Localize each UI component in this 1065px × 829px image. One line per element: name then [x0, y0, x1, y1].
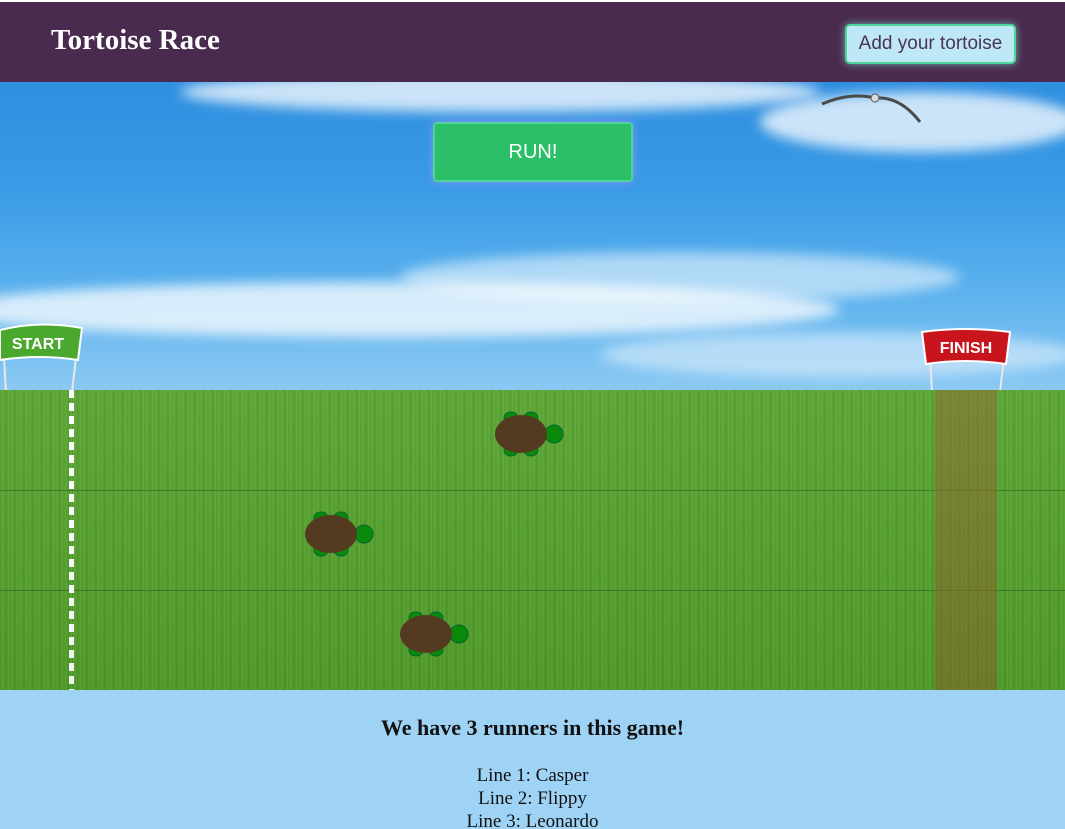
- tortoise-3: [400, 611, 469, 657]
- runners-panel: We have 3 runners in this game! Line 1: …: [0, 690, 1065, 829]
- runner-line-2: Line 2: Flippy: [478, 788, 587, 809]
- start-flag-text: START: [12, 336, 64, 353]
- add-tortoise-button[interactable]: Add your tortoise: [845, 24, 1016, 64]
- finish-flag-text: FINISH: [940, 340, 992, 357]
- runners-list: Line 1: Casper Line 2: Flippy Line 3: Le…: [0, 764, 1065, 829]
- run-button[interactable]: RUN!: [433, 122, 633, 182]
- tortoise-1: [494, 411, 564, 457]
- start-line: [69, 390, 74, 690]
- seagull-icon: [821, 93, 922, 123]
- cloud: [400, 252, 960, 302]
- app-title: Tortoise Race: [51, 24, 220, 56]
- lane-divider: [0, 490, 1065, 491]
- finish-zone: [935, 390, 997, 690]
- tortoise-2: [305, 511, 374, 557]
- lane-divider: [0, 590, 1065, 591]
- cloud: [180, 82, 820, 112]
- runner-line-1: Line 1: Casper: [476, 765, 589, 786]
- runner-line-3: Line 3: Leonardo: [466, 811, 599, 829]
- runners-heading: We have 3 runners in this game!: [380, 715, 685, 740]
- start-flag-icon: START: [0, 323, 84, 392]
- app-header: Tortoise Race Add your tortoise: [0, 2, 1065, 82]
- finish-flag-icon: FINISH: [920, 328, 1012, 392]
